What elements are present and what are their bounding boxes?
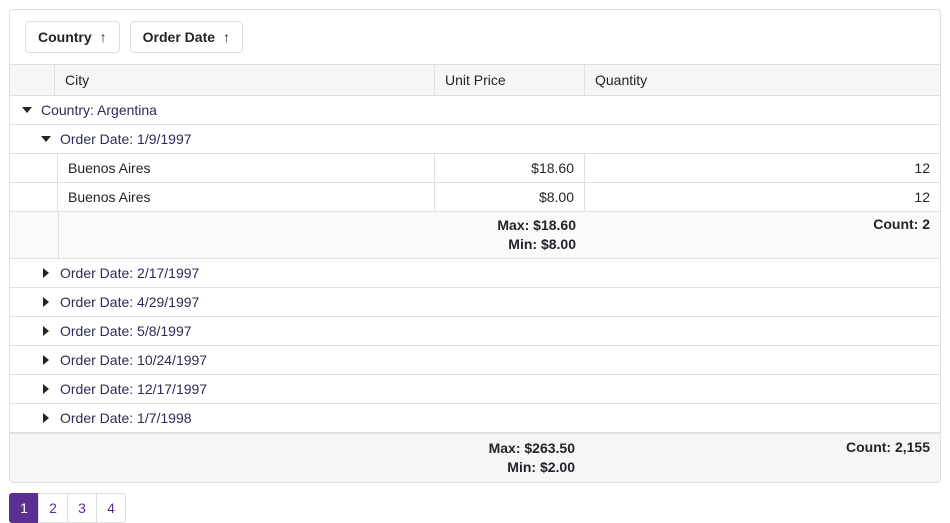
cell-quantity: 12	[585, 183, 940, 211]
cell-quantity: 12	[585, 154, 940, 182]
grid-panel: Country ↑ Order Date ↑ City Unit Price Q…	[9, 9, 941, 483]
header-city[interactable]: City	[55, 65, 435, 95]
column-headers: City Unit Price Quantity	[10, 64, 940, 96]
page-4[interactable]: 4	[96, 493, 126, 523]
page-3[interactable]: 3	[67, 493, 97, 523]
grid-footer-summary: Max: $263.50 Min: $2.00 Count: 2,155	[10, 433, 940, 482]
caret-right-icon[interactable]	[38, 352, 54, 368]
group-row-orderdate[interactable]: Order Date: 1/9/1997	[10, 125, 940, 154]
caret-down-icon[interactable]	[19, 102, 35, 118]
group-chips-area: Country ↑ Order Date ↑	[10, 10, 940, 64]
group-row-orderdate[interactable]: Order Date: 10/24/1997	[10, 346, 940, 375]
group-label: Order Date: 2/17/1997	[60, 265, 199, 281]
table-row[interactable]: Buenos Aires$8.0012	[10, 183, 940, 212]
cell-city: Buenos Aires	[58, 183, 435, 211]
header-quantity[interactable]: Quantity	[585, 65, 940, 95]
group-label: Order Date: 4/29/1997	[60, 294, 199, 310]
group-row-orderdate[interactable]: Order Date: 1/7/1998	[10, 404, 940, 433]
footer-count: Count: 2,155	[585, 434, 940, 482]
group-summary: Max: $18.60Min: $8.00Count: 2	[10, 212, 940, 259]
group-row-orderdate[interactable]: Order Date: 4/29/1997	[10, 288, 940, 317]
group-label: Order Date: 1/9/1997	[60, 131, 192, 147]
chip-label: Country	[38, 29, 92, 45]
summary-count: Count: 2	[586, 212, 940, 258]
footer-max: Max: $263.50	[20, 439, 575, 458]
summary-price: Max: $18.60Min: $8.00	[59, 212, 586, 258]
caret-right-icon[interactable]	[38, 294, 54, 310]
group-row-orderdate[interactable]: Order Date: 5/8/1997	[10, 317, 940, 346]
arrow-up-icon: ↑	[223, 29, 230, 45]
group-label: Country: Argentina	[41, 102, 157, 118]
caret-right-icon[interactable]	[38, 323, 54, 339]
caret-right-icon[interactable]	[38, 410, 54, 426]
group-chip-orderdate[interactable]: Order Date ↑	[130, 21, 243, 53]
date-groups: Order Date: 1/9/1997 Buenos Aires$18.6012…	[10, 125, 940, 433]
chip-label: Order Date	[143, 29, 215, 45]
group-row-orderdate[interactable]: Order Date: 2/17/1997	[10, 259, 940, 288]
group-chip-country[interactable]: Country ↑	[25, 21, 120, 53]
cell-unit-price: $18.60	[435, 154, 585, 182]
page-2[interactable]: 2	[38, 493, 68, 523]
footer-price-summary: Max: $263.50 Min: $2.00	[10, 434, 585, 482]
pagination: 1234	[9, 493, 941, 523]
indent-spacer	[10, 212, 58, 258]
caret-down-icon[interactable]	[38, 131, 54, 147]
cell-city: Buenos Aires	[58, 154, 435, 182]
summary-min: Min: $8.00	[69, 235, 576, 254]
group-label: Order Date: 12/17/1997	[60, 381, 207, 397]
footer-min: Min: $2.00	[20, 458, 575, 477]
group-label: Order Date: 10/24/1997	[60, 352, 207, 368]
arrow-up-icon: ↑	[100, 29, 107, 45]
group-label: Order Date: 5/8/1997	[60, 323, 192, 339]
indent-spacer	[10, 183, 58, 211]
group-label: Order Date: 1/7/1998	[60, 410, 192, 426]
page-1[interactable]: 1	[9, 493, 39, 523]
header-unit-price[interactable]: Unit Price	[435, 65, 585, 95]
caret-right-icon[interactable]	[38, 265, 54, 281]
cell-unit-price: $8.00	[435, 183, 585, 211]
table-row[interactable]: Buenos Aires$18.6012	[10, 154, 940, 183]
group-row-orderdate[interactable]: Order Date: 12/17/1997	[10, 375, 940, 404]
caret-right-icon[interactable]	[38, 381, 54, 397]
group-row-country[interactable]: Country: Argentina	[10, 96, 940, 125]
indent-spacer	[10, 154, 58, 182]
header-spacer	[10, 65, 55, 95]
summary-max: Max: $18.60	[69, 216, 576, 235]
